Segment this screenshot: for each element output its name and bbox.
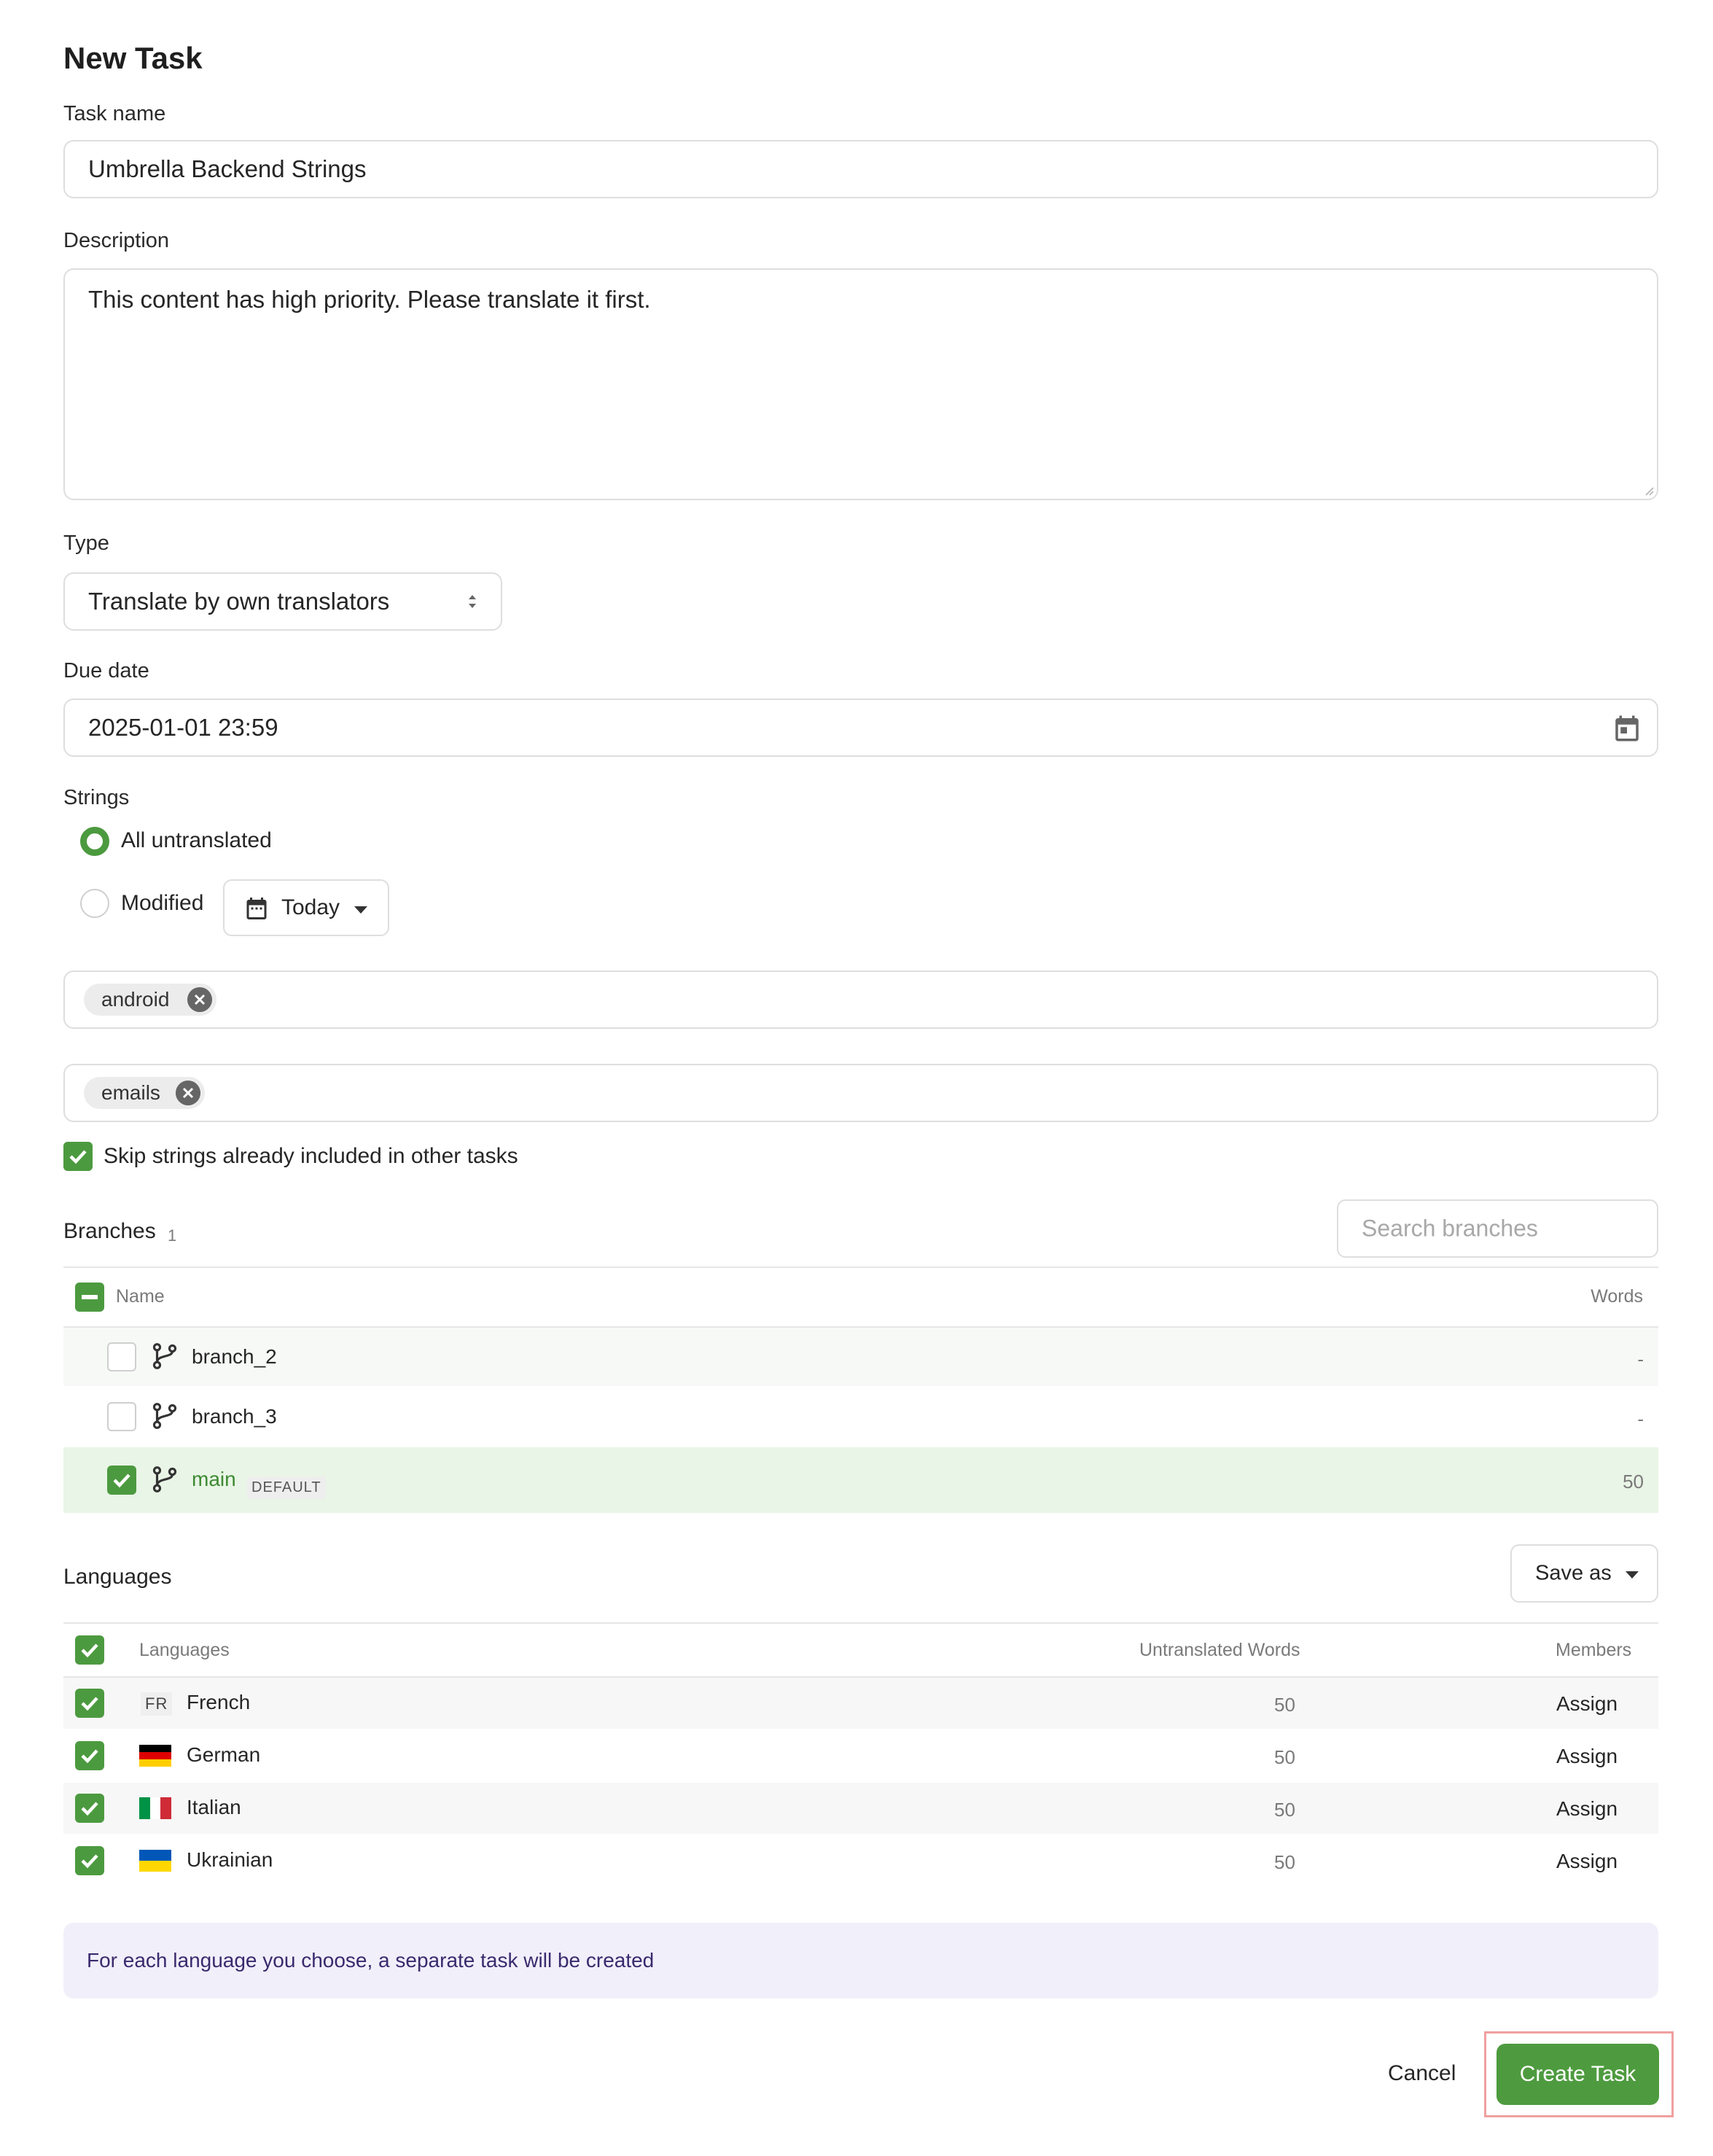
radio-modified-label: Modified [121, 891, 204, 915]
assign-link[interactable]: Assign [1556, 1692, 1618, 1716]
italian-flag-icon [139, 1797, 171, 1819]
modified-date-value: Today [281, 895, 340, 919]
create-task-label: Create Task [1519, 2062, 1636, 2086]
select-all-languages-checkbox[interactable] [75, 1635, 104, 1665]
search-branches-placeholder: Search branches [1362, 1215, 1538, 1242]
type-label: Type [63, 532, 109, 555]
language-row[interactable]: Ukrainian 50 Assign [63, 1835, 1658, 1886]
description-label: Description [63, 229, 170, 252]
save-as-label: Save as [1535, 1561, 1612, 1585]
create-task-button[interactable]: Create Task [1497, 2044, 1659, 2105]
tag-label: emails [101, 1081, 160, 1104]
radio-all-untranslated[interactable] [80, 827, 109, 856]
language-checkbox[interactable] [75, 1794, 104, 1823]
save-as-button[interactable]: Save as [1510, 1544, 1658, 1603]
modified-date-dropdown[interactable]: Today [223, 879, 389, 936]
branches-title: Branches [63, 1219, 156, 1243]
radio-all-untranslated-label: All untranslated [121, 828, 272, 852]
assign-link[interactable]: Assign [1556, 1850, 1618, 1873]
info-banner: For each language you choose, a separate… [63, 1923, 1658, 1999]
branch-name: branch_2 [192, 1345, 277, 1368]
branch-name: main [192, 1468, 236, 1490]
files-input[interactable]: emails [63, 1064, 1658, 1122]
branch-row[interactable]: branch_2 - [63, 1328, 1658, 1386]
due-date-value: 2025-01-01 23:59 [88, 714, 278, 741]
chevron-down-icon [354, 906, 367, 914]
description-textarea[interactable]: This content has high priority. Please t… [63, 268, 1658, 500]
branches-count: 1 [168, 1226, 177, 1245]
cancel-button[interactable]: Cancel [1388, 2061, 1456, 2086]
ukrainian-flag-icon [139, 1850, 171, 1872]
language-words: 50 [1274, 1851, 1295, 1873]
search-branches-input[interactable]: Search branches [1337, 1199, 1658, 1258]
type-select[interactable]: Translate by own translators [63, 572, 502, 631]
calendar-icon [246, 898, 267, 919]
branch-checkbox[interactable] [107, 1402, 136, 1431]
branches-col-name: Name [116, 1286, 165, 1307]
labels-input[interactable]: android [63, 970, 1658, 1029]
language-words: 50 [1274, 1799, 1295, 1821]
language-row[interactable]: FR French 50 Assign [63, 1678, 1658, 1729]
branch-row-selected[interactable]: main DEFAULT 50 [63, 1447, 1658, 1513]
remove-tag-icon[interactable] [176, 1081, 200, 1105]
due-date-label: Due date [63, 659, 149, 682]
language-checkbox[interactable] [75, 1741, 104, 1770]
branch-icon [152, 1403, 177, 1429]
language-name: Italian [187, 1796, 241, 1818]
language-words: 50 [1274, 1746, 1295, 1768]
divider [63, 1622, 1658, 1624]
branch-name: branch_3 [192, 1405, 277, 1428]
tag-chip: emails [84, 1077, 205, 1109]
language-name: French [187, 1691, 251, 1713]
tag-label: android [101, 988, 170, 1011]
languages-col-languages: Languages [139, 1640, 230, 1660]
language-words: 50 [1274, 1694, 1295, 1716]
branch-icon [152, 1343, 177, 1369]
due-date-input[interactable]: 2025-01-01 23:59 [63, 698, 1658, 757]
branch-checkbox[interactable] [107, 1466, 136, 1495]
branch-checkbox[interactable] [107, 1342, 136, 1371]
assign-link[interactable]: Assign [1556, 1745, 1618, 1768]
language-name: German [187, 1743, 261, 1766]
task-name-input[interactable]: Umbrella Backend Strings [63, 140, 1658, 198]
remove-tag-icon[interactable] [187, 987, 212, 1012]
languages-col-members: Members [1556, 1640, 1632, 1660]
strings-label: Strings [63, 786, 130, 809]
type-value: Translate by own translators [88, 588, 390, 615]
page-title: New Task [63, 41, 203, 75]
divider [63, 1266, 1658, 1268]
language-checkbox[interactable] [75, 1689, 104, 1718]
german-flag-icon [139, 1745, 171, 1767]
description-value: This content has high priority. Please t… [88, 286, 651, 313]
task-name-label: Task name [63, 102, 166, 125]
tag-chip: android [84, 984, 216, 1016]
branch-words: 50 [1623, 1471, 1644, 1493]
branch-icon [152, 1466, 177, 1493]
language-row[interactable]: Italian 50 Assign [63, 1783, 1658, 1834]
skip-strings-checkbox[interactable] [63, 1142, 93, 1171]
chevron-down-icon [1626, 1571, 1639, 1579]
assign-link[interactable]: Assign [1556, 1797, 1618, 1821]
language-code: FR [141, 1692, 173, 1716]
languages-col-untranslated: Untranslated Words [1139, 1640, 1300, 1660]
branch-words: - [1637, 1408, 1644, 1430]
languages-title: Languages [63, 1565, 172, 1589]
branches-col-words: Words [1591, 1286, 1643, 1307]
task-name-value: Umbrella Backend Strings [88, 155, 367, 182]
default-badge: DEFAULT [247, 1476, 326, 1499]
branch-row[interactable]: branch_3 - [63, 1388, 1658, 1446]
radio-modified[interactable] [80, 889, 109, 918]
language-checkbox[interactable] [75, 1846, 104, 1875]
info-text: For each language you choose, a separate… [87, 1949, 655, 1972]
calendar-icon[interactable] [1612, 713, 1642, 744]
resize-grip-icon[interactable] [1644, 486, 1654, 496]
branch-words: - [1637, 1348, 1644, 1370]
language-row[interactable]: German 50 Assign [63, 1730, 1658, 1781]
select-all-branches-checkbox[interactable] [75, 1283, 104, 1312]
skip-strings-label: Skip strings already included in other t… [104, 1144, 518, 1168]
select-arrows-icon [469, 595, 476, 608]
language-name: Ukrainian [187, 1848, 273, 1871]
